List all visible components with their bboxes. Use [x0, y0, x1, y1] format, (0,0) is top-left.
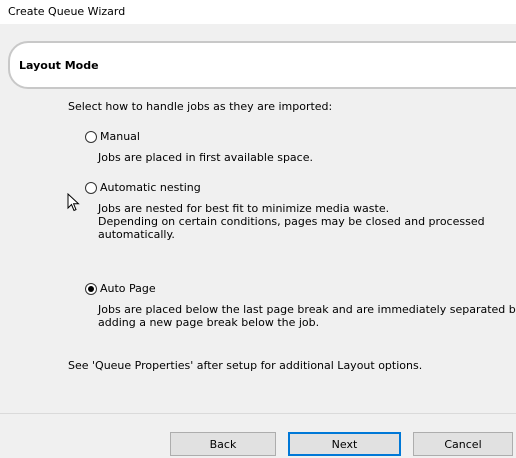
description-line: adding a new page break below the job. — [98, 316, 320, 329]
description-automatic-nesting: Jobs are nested for best fit to minimize… — [98, 202, 485, 241]
title-bar: Create Queue Wizard — [0, 0, 516, 25]
radio-auto-page[interactable]: Auto Page — [85, 282, 156, 295]
radio-automatic-nesting[interactable]: Automatic nesting — [85, 181, 201, 194]
mouse-pointer-icon — [67, 193, 80, 212]
window-title: Create Queue Wizard — [8, 5, 126, 18]
description-line: Jobs are placed below the last page brea… — [98, 303, 516, 316]
description-line: Depending on certain conditions, pages m… — [98, 215, 485, 228]
cancel-button[interactable]: Cancel — [413, 432, 513, 456]
page-header: Layout Mode — [8, 41, 516, 89]
radio-button-manual[interactable] — [85, 130, 97, 143]
description-line: automatically. — [98, 228, 175, 241]
description-auto-page: Jobs are placed below the last page brea… — [98, 303, 516, 329]
footer-divider — [0, 413, 516, 414]
wizard-body — [0, 24, 516, 458]
footnote-text: See 'Queue Properties' after setup for a… — [68, 359, 423, 372]
radio-button-automatic-nesting[interactable] — [85, 181, 97, 194]
back-button[interactable]: Back — [170, 432, 276, 456]
radio-button-auto-page[interactable] — [85, 282, 97, 295]
radio-label-auto-page[interactable]: Auto Page — [100, 282, 156, 295]
radio-label-manual[interactable]: Manual — [100, 130, 140, 143]
next-button[interactable]: Next — [288, 432, 401, 456]
description-manual: Jobs are placed in first available space… — [98, 151, 313, 164]
radio-manual[interactable]: Manual — [85, 130, 140, 143]
radio-label-automatic-nesting[interactable]: Automatic nesting — [100, 181, 201, 194]
description-line: Jobs are nested for best fit to minimize… — [98, 202, 390, 215]
instruction-text: Select how to handle jobs as they are im… — [68, 100, 333, 113]
description-line: Jobs are placed in first available space… — [98, 151, 313, 164]
page-title: Layout Mode — [19, 59, 99, 72]
